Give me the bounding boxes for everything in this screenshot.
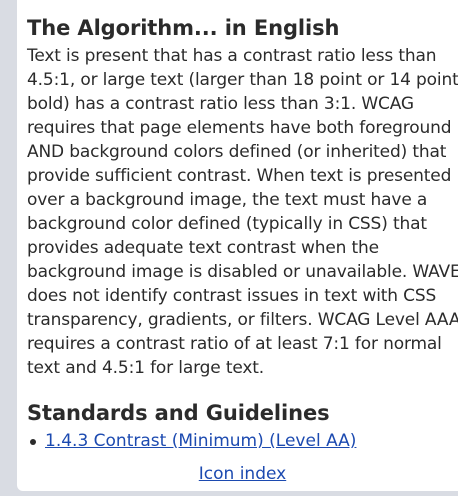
standards-heading: Standards and Guidelines [27,401,330,425]
standards-list-item: 1.4.3 Contrast (Minimum) (Level AA) [27,429,458,453]
icon-index-link[interactable]: Icon index [199,464,286,484]
algorithm-description: Text is present that has a contrast rati… [27,46,458,378]
standards-list: 1.4.3 Contrast (Minimum) (Level AA) [27,429,458,453]
bullet-icon [30,439,36,445]
algorithm-heading: The Algorithm... in English [27,16,340,40]
icon-index-container: Icon index [27,462,458,486]
standard-link-1-4-3[interactable]: 1.4.3 Contrast (Minimum) (Level AA) [45,431,356,451]
reference-panel: The Algorithm... in English Text is pres… [17,0,458,491]
